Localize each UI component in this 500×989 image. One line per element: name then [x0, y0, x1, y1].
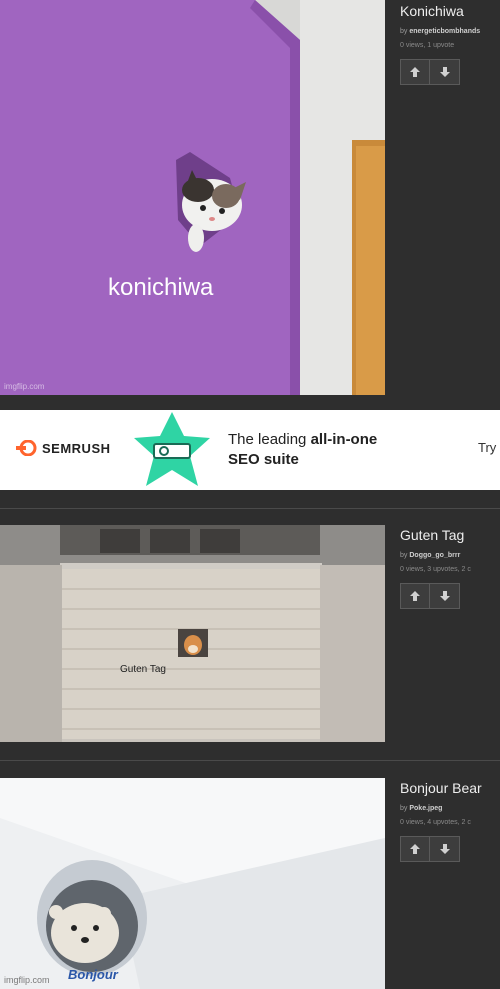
downvote-button[interactable]: [430, 59, 460, 85]
post-byline: by energeticbombhands: [400, 28, 500, 35]
imgflip-watermark: imgflip.com: [4, 382, 45, 391]
vote-buttons: [400, 59, 500, 85]
ad-line2: SEO suite: [228, 451, 299, 468]
post-guten-tag: Guten Tag Guten Tag by Doggo_go_brrr 0 v…: [0, 525, 500, 742]
upvote-button[interactable]: [400, 836, 430, 862]
post-title[interactable]: Bonjour Bear: [400, 780, 500, 796]
post-title[interactable]: Konichiwa: [400, 3, 500, 19]
seo-star-icon: [134, 412, 210, 486]
post-stats: 0 views, 1 upvote: [400, 42, 455, 49]
post-stats: 0 views, 4 upvotes, 2 c: [400, 819, 471, 826]
meme-caption: konichiwa: [108, 274, 214, 301]
downvote-button[interactable]: [430, 836, 460, 862]
by-label: by: [400, 552, 408, 559]
post-info: Guten Tag by Doggo_go_brrr 0 views, 3 up…: [400, 527, 500, 609]
by-label: by: [400, 805, 408, 812]
vote-buttons: [400, 583, 500, 609]
post-stats: 0 views, 3 upvotes, 2 c: [400, 566, 471, 573]
post-divider: [0, 508, 500, 509]
upvote-button[interactable]: [400, 59, 430, 85]
post-info: Bonjour Bear by Poke.jpeg 0 views, 4 upv…: [400, 780, 500, 862]
post-divider: [0, 760, 500, 761]
post-image[interactable]: konichiwa imgflip.com: [0, 0, 385, 395]
bear-snow-picture: [0, 778, 385, 989]
downvote-button[interactable]: [430, 583, 460, 609]
cat-wall-picture: [0, 0, 385, 395]
by-label: by: [400, 28, 408, 35]
vote-buttons: [400, 836, 500, 862]
post-byline: by Doggo_go_brrr: [400, 552, 500, 559]
post-byline: by Poke.jpeg: [400, 805, 500, 812]
arrow-down-icon: [439, 591, 450, 601]
post-author[interactable]: Doggo_go_brrr: [409, 552, 460, 559]
imgflip-watermark: imgflip.com: [4, 975, 50, 985]
ad-logo: SEMRUSH: [16, 440, 111, 456]
post-title[interactable]: Guten Tag: [400, 527, 500, 543]
ad-line1-bold: all-in-one: [310, 431, 378, 448]
post-info: Konichiwa by energeticbombhands 0 views,…: [400, 3, 500, 85]
post-author[interactable]: Poke.jpeg: [409, 805, 442, 812]
upvote-button[interactable]: [400, 583, 430, 609]
meme-caption: Bonjour: [68, 967, 118, 982]
arrow-up-icon: [410, 67, 420, 77]
ad-headline: The leading all-in-one SEO suite: [228, 430, 377, 470]
arrow-down-icon: [439, 67, 450, 77]
arrow-up-icon: [410, 591, 420, 601]
post-image[interactable]: Guten Tag: [0, 525, 385, 742]
arrow-up-icon: [410, 844, 420, 854]
ad-line1-normal: The leading: [228, 431, 311, 448]
arrow-down-icon: [439, 844, 450, 854]
post-bonjour-bear: Bonjour imgflip.com Bonjour Bear by Poke…: [0, 778, 500, 989]
post-image[interactable]: Bonjour imgflip.com: [0, 778, 385, 989]
ad-try-button[interactable]: Try: [478, 440, 496, 455]
ad-banner[interactable]: SEMRUSH The leading all-in-one SEO suite…: [0, 410, 500, 490]
ad-brand: SEMRUSH: [42, 440, 111, 456]
post-author[interactable]: energeticbombhands: [409, 28, 480, 35]
post-konichiwa: konichiwa imgflip.com Konichiwa by energ…: [0, 0, 500, 395]
dog-wall-picture: [0, 525, 385, 742]
meme-caption: Guten Tag: [120, 664, 166, 675]
semrush-logo-icon: [16, 440, 37, 456]
